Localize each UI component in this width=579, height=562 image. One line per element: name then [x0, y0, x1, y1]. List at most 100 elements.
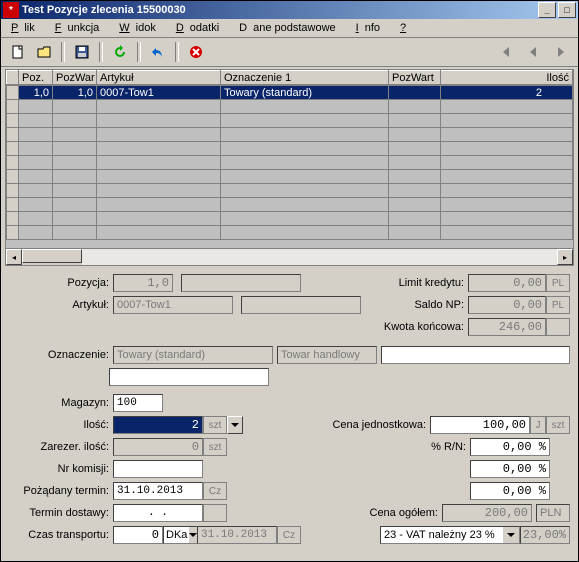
transport-unit-select[interactable]: DKa [163, 526, 197, 544]
table-row[interactable]: 1,0 1,0 0007-Tow1 Towary (standard) 2 [7, 86, 573, 100]
termin-input[interactable]: 31.10.2013 [113, 482, 203, 500]
kwota-unit [546, 318, 570, 336]
label-kwota: Kwota końcowa: [364, 321, 468, 333]
oznaczenie-input[interactable] [381, 346, 570, 364]
label-cena: Cena jednostkowa: [316, 419, 430, 431]
label-limit: Limit kredytu: [384, 277, 468, 289]
rn3-input[interactable]: 0,00 % [470, 482, 550, 500]
ilosc-dropdown[interactable] [227, 416, 243, 434]
menu-info[interactable]: Info [350, 21, 392, 35]
toolbar [1, 38, 578, 67]
nav-prev-icon[interactable] [522, 41, 544, 63]
table-row[interactable] [7, 212, 573, 226]
limit-unit: PL [546, 274, 570, 292]
menu-dodatki[interactable]: Dodatki [170, 21, 231, 35]
ogolem-ccy: PLN [536, 504, 570, 522]
undo-icon[interactable] [147, 41, 169, 63]
saldo-unit: PL [546, 296, 570, 314]
label-magazyn: Magazyn: [9, 397, 113, 409]
typ-towaru-field: Towar handlowy [277, 346, 377, 364]
save-icon[interactable] [71, 41, 93, 63]
table-row[interactable] [7, 226, 573, 240]
ilosc-unit: szt [203, 416, 227, 434]
scroll-left-icon[interactable]: ◂ [6, 249, 22, 265]
minimize-button[interactable]: _ [538, 2, 556, 18]
label-dostawa: Termin dostawy: [9, 507, 113, 519]
menu-help[interactable]: ? [394, 21, 412, 35]
scroll-thumb[interactable] [22, 249, 82, 263]
artykul-field: 0007-Tow1 [113, 296, 233, 314]
menu-dane[interactable]: Dane podstawowe [233, 21, 348, 35]
menu-widok[interactable]: Widok [113, 21, 168, 35]
vat-pct: 23,00% [520, 526, 570, 544]
ilosc-input[interactable]: 2 [113, 416, 203, 434]
oznaczenie-field: Towary (standard) [113, 346, 273, 364]
table-row[interactable] [7, 156, 573, 170]
label-artykul: Artykuł: [9, 299, 113, 311]
label-ogolem: Cena ogółem: [348, 507, 442, 519]
zarezer-unit: szt [203, 438, 227, 456]
artykul-extra-field [241, 296, 361, 314]
col-ilosc[interactable]: Ilość [441, 71, 573, 85]
table-row[interactable] [7, 100, 573, 114]
label-komisja: Nr komisji: [9, 463, 113, 475]
transport-input[interactable]: 0 [113, 526, 163, 544]
transport-day: Cz [277, 526, 301, 544]
label-zarezer: Zarezer. ilość: [9, 441, 113, 453]
menu-plik[interactable]: Plik [5, 21, 47, 35]
col-pozwar[interactable]: PozWar [53, 71, 97, 85]
label-oznaczenie: Oznaczenie: [9, 349, 113, 361]
table-row[interactable] [7, 128, 573, 142]
table-row[interactable] [7, 184, 573, 198]
menu-funkcja[interactable]: Funkcja [49, 21, 112, 35]
refresh-icon[interactable] [109, 41, 131, 63]
window-title: Test Pozycje zlecenia 15500030 [22, 4, 536, 16]
oznaczenie2-input[interactable] [109, 368, 269, 386]
pozycja-extra-field [181, 274, 301, 292]
label-saldo: Saldo NP: [384, 299, 468, 311]
h-scrollbar[interactable]: ◂ ▸ [6, 248, 573, 265]
nav-next-icon[interactable] [550, 41, 572, 63]
label-transport: Czas transportu: [9, 529, 113, 541]
saldo-field: 0,00 [468, 296, 546, 314]
magazyn-input[interactable]: 100 [113, 394, 163, 412]
col-poz[interactable]: Poz. [19, 71, 53, 85]
transport-date: 31.10.2013 [197, 526, 277, 544]
cena-input[interactable]: 100,00 [430, 416, 530, 434]
app-icon: * [3, 2, 19, 18]
zarezer-field: 0 [113, 438, 203, 456]
scroll-right-icon[interactable]: ▸ [557, 249, 573, 265]
cancel-icon[interactable] [185, 41, 207, 63]
termin-day: Cz [203, 482, 227, 500]
komisja-input[interactable] [113, 460, 203, 478]
label-pozycja: Pozycja: [9, 277, 113, 289]
col-pozwart[interactable]: PozWart [389, 71, 441, 85]
open-icon[interactable] [33, 41, 55, 63]
maximize-button[interactable]: □ [558, 2, 576, 18]
table-row[interactable] [7, 170, 573, 184]
ogolem-field: 200,00 [442, 504, 532, 522]
nav-first-icon[interactable] [494, 41, 516, 63]
grid[interactable]: Poz. PozWar Artykuł Oznaczenie 1 PozWart… [5, 69, 574, 266]
kwota-field: 246,00 [468, 318, 546, 336]
menubar: Plik Funkcja Widok Dodatki Dane podstawo… [1, 19, 578, 38]
table-row[interactable] [7, 142, 573, 156]
rn1-input[interactable]: 0,00 % [470, 438, 550, 456]
dostawa-day [203, 504, 227, 522]
limit-field: 0,00 [468, 274, 546, 292]
cena-unit: szt [546, 416, 570, 434]
new-doc-icon[interactable] [7, 41, 29, 63]
label-termin: Pożądany termin: [9, 485, 113, 497]
pozycja-field: 1,0 [113, 274, 173, 292]
col-artykul[interactable]: Artykuł [97, 71, 221, 85]
vat-select[interactable]: 23 - VAT należny 23 % [380, 526, 520, 544]
dostawa-input[interactable]: . . [113, 504, 203, 522]
label-rn: % R/N: [356, 441, 470, 453]
rn2-input[interactable]: 0,00 % [470, 460, 550, 478]
table-row[interactable] [7, 114, 573, 128]
col-oznaczenie[interactable]: Oznaczenie 1 [221, 71, 389, 85]
table-row[interactable] [7, 198, 573, 212]
col-rowhead[interactable] [7, 71, 19, 85]
label-ilosc: Ilość: [9, 419, 113, 431]
cena-j: J [530, 416, 546, 434]
